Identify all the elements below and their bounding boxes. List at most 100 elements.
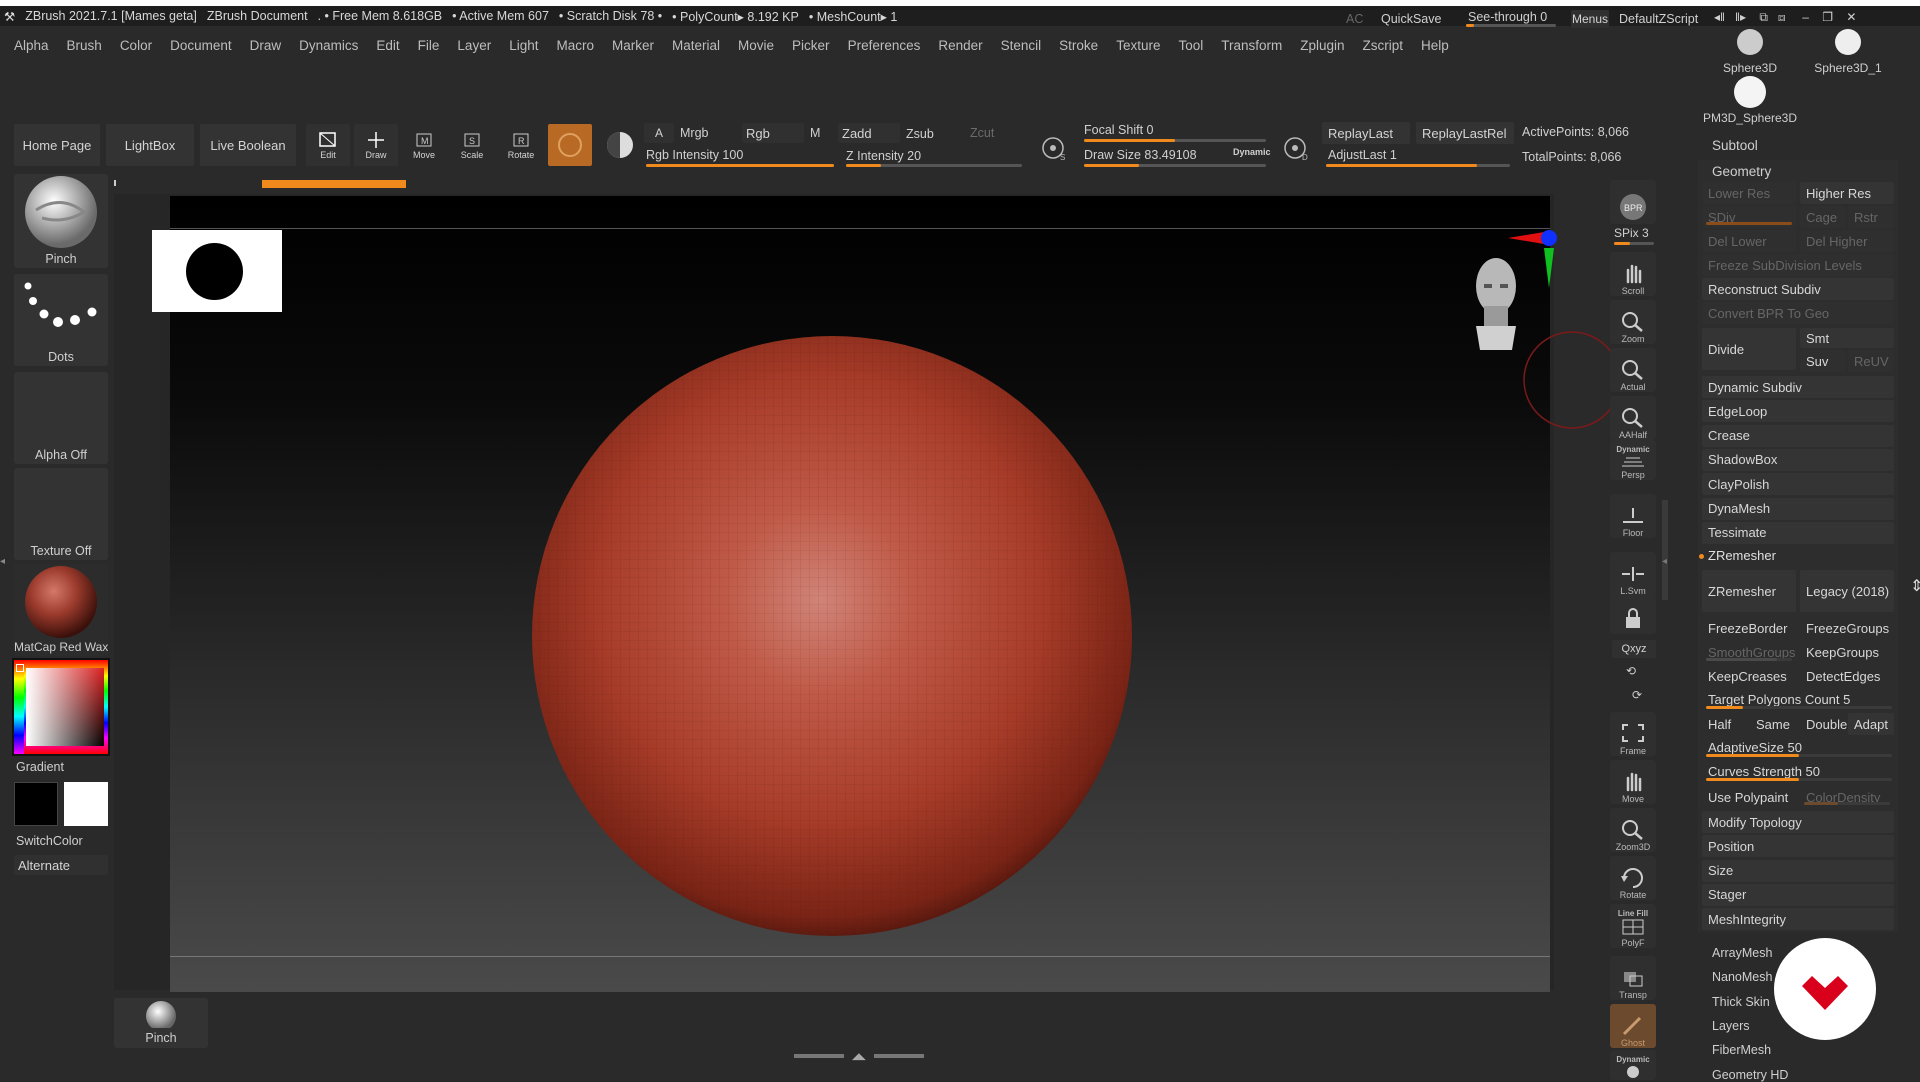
zadd-toggle[interactable]: Zadd [838,123,900,143]
use-polypaint-toggle[interactable]: Use Polypaint [1702,786,1796,808]
legacy-2018-button[interactable]: Legacy (2018) [1800,570,1894,612]
sculptris-pro-button[interactable] [548,124,592,166]
menu-material[interactable]: Material [672,38,720,53]
convert-bpr-button[interactable]: Convert BPR To Geo [1702,302,1894,324]
edit-button[interactable]: Edit [306,124,350,166]
adjust-last-track[interactable] [1326,164,1510,167]
color-square[interactable] [26,668,104,746]
freeze-subdivision-button[interactable]: Freeze SubDivision Levels [1702,254,1894,276]
tool-item-fibermesh[interactable]: FiberMesh [1712,1043,1771,1057]
see-through-track[interactable] [1466,24,1556,27]
geometry-item-meshintegrity[interactable]: MeshIntegrity [1702,908,1894,931]
minimize-icon[interactable]: – [1802,10,1809,24]
see-through-slider[interactable]: See-through 0 [1468,10,1547,24]
frame-button[interactable]: Frame [1610,712,1656,756]
menu-document[interactable]: Document [170,38,232,53]
alternate-toggle[interactable]: Alternate [14,855,108,875]
default-zscript[interactable]: DefaultZScript [1619,12,1698,26]
geometry-item-shadowbox[interactable]: ShadowBox [1702,448,1894,471]
cage-button[interactable]: Cage [1800,206,1846,228]
geometry-item-size[interactable]: Size [1702,859,1894,882]
bpr-button[interactable]: BPR [1610,180,1656,224]
same-toggle[interactable]: Same [1750,713,1798,735]
rstr-button[interactable]: Rstr [1848,206,1894,228]
rotate-button[interactable]: R Rotate [498,124,544,166]
spix-slider[interactable]: SPix 3 [1614,226,1649,240]
quicksave-button[interactable]: QuickSave [1381,12,1441,26]
color-density-track[interactable] [1804,802,1890,805]
lazy-mouse-button[interactable]: D [1278,130,1314,166]
draw-size-slider[interactable]: Draw Size 83.49108 [1084,148,1197,162]
a-toggle[interactable]: A [644,123,674,143]
material-sphere-button[interactable] [598,124,642,166]
texture-slot[interactable]: Texture Off [14,468,108,560]
focal-shift-slider[interactable]: Focal Shift 0 [1084,123,1153,137]
draw-button[interactable]: Draw [354,124,398,166]
tool-thumb-pm3d-sphere3d[interactable]: PM3D_Sphere3D [1702,76,1798,125]
keep-creases-toggle[interactable]: KeepCreases [1702,665,1796,687]
lsym-button[interactable]: L.Sym [1610,552,1656,596]
replay-last-rel-button[interactable]: ReplayLastRel [1416,122,1514,144]
prev-icon[interactable]: ◂‖ [1714,10,1725,24]
zoom-button[interactable]: Zoom [1610,300,1656,344]
menu-file[interactable]: File [418,38,440,53]
menu-picker[interactable]: Picker [792,38,830,53]
lock-button[interactable] [1610,594,1656,634]
lower-res-button[interactable]: Lower Res [1702,182,1796,204]
transp-button[interactable]: Transp [1610,956,1656,1000]
layout2-icon[interactable]: ⧈ [1778,10,1786,24]
mrgb-toggle[interactable]: Mrgb [680,126,708,140]
menu-marker[interactable]: Marker [612,38,654,53]
tool-item-thick-skin[interactable]: Thick Skin [1712,995,1770,1009]
menu-movie[interactable]: Movie [738,38,774,53]
geometry-item-edgeloop[interactable]: EdgeLoop [1702,400,1894,423]
curves-strength-track[interactable] [1706,778,1892,781]
keep-groups-toggle[interactable]: KeepGroups [1800,641,1894,663]
rgb-toggle[interactable]: Rgb [742,123,804,143]
menu-tool[interactable]: Tool [1178,38,1203,53]
brush-slot[interactable]: Pinch [14,174,108,268]
menu-transform[interactable]: Transform [1221,38,1282,53]
del-higher-button[interactable]: Del Higher [1800,230,1894,252]
tool-item-layers[interactable]: Layers [1712,1019,1750,1033]
actual-button[interactable]: Actual [1610,348,1656,392]
z-intensity-track[interactable] [846,164,1022,167]
suv-toggle[interactable]: Suv [1800,350,1846,372]
geometry-item-modify-topology[interactable]: Modify Topology [1702,811,1894,833]
geometry-item-crease[interactable]: Crease [1702,424,1894,447]
reuv-toggle[interactable]: ReUV [1848,350,1894,372]
menu-stencil[interactable]: Stencil [1001,38,1042,53]
subtool-header[interactable]: Subtool [1712,138,1758,153]
menu-draw[interactable]: Draw [250,38,282,53]
move-button[interactable]: M Move [402,124,446,166]
replay-last-button[interactable]: ReplayLast [1322,122,1410,144]
target-polygons-track[interactable] [1706,706,1892,709]
polyf-button[interactable]: Line Fill PolyF [1610,904,1656,948]
left-tray-arrow-icon[interactable]: ◂ [0,556,8,580]
next-icon[interactable]: ‖▸ [1735,10,1746,24]
axis-gizmo-icon[interactable] [1506,224,1568,294]
red-sphere-model[interactable] [530,334,1134,938]
restore-icon[interactable]: ❐ [1822,10,1833,24]
menus-toggle[interactable]: Menus [1571,10,1609,28]
solo-button[interactable]: Dynamic [1610,1050,1656,1080]
z-intensity-slider[interactable]: Z Intensity 20 [846,149,921,163]
tool-thumb-sphere3d-1[interactable]: Sphere3D_1 [1800,28,1896,75]
zsub-toggle[interactable]: Zsub [906,127,934,141]
menu-light[interactable]: Light [509,38,538,53]
smt-toggle[interactable]: Smt [1800,328,1894,348]
spix-track[interactable] [1614,242,1654,245]
zcut-toggle[interactable]: Zcut [970,126,994,140]
menu-macro[interactable]: Macro [556,38,594,53]
reconstruct-subdiv-button[interactable]: Reconstruct Subdiv [1702,278,1894,300]
scale-button[interactable]: S Scale [450,124,494,166]
tool-item-geometry-hd[interactable]: Geometry HD [1712,1068,1788,1082]
right-panel-scrollbar[interactable] [1662,500,1668,600]
del-lower-button[interactable]: Del Lower [1702,230,1796,252]
bottom-tray-handle[interactable]: ◢◣ [794,1052,924,1061]
freeze-border-toggle[interactable]: FreezeBorder [1702,617,1796,639]
persp-button[interactable]: Dynamic Persp [1610,440,1656,480]
scroll-button[interactable]: Scroll [1610,252,1656,296]
ghost-button[interactable]: Ghost [1610,1004,1656,1048]
tool-thumb-sphere3d[interactable]: Sphere3D [1702,28,1798,75]
